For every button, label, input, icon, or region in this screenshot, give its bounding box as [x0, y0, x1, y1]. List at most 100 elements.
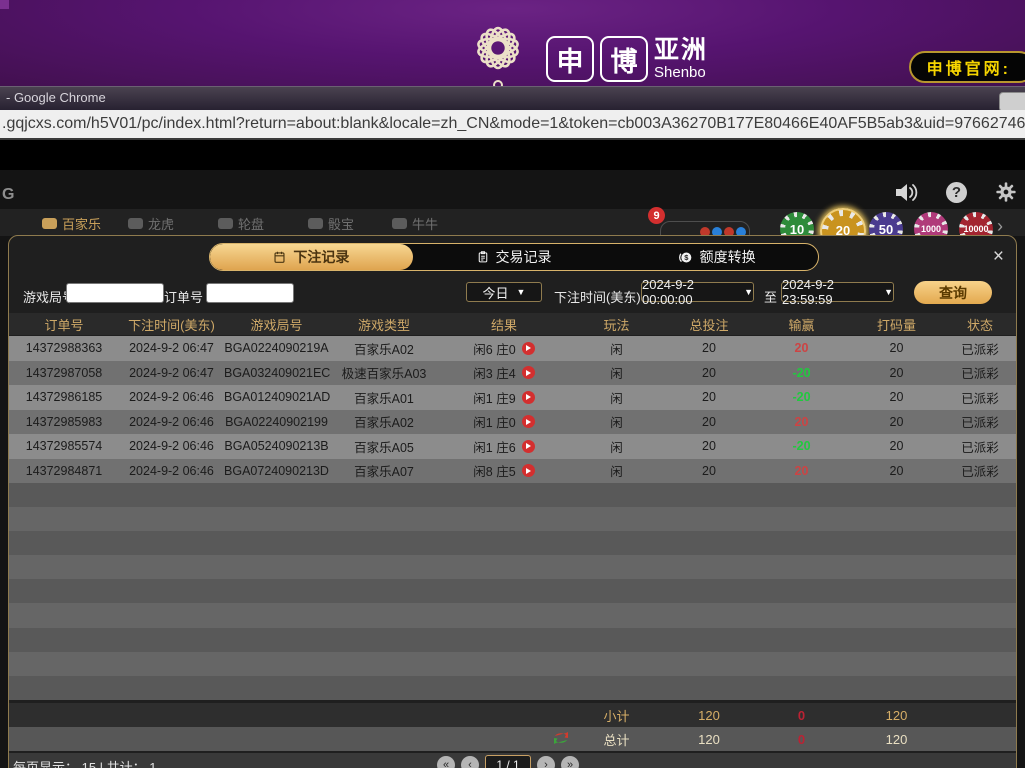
col-header: 游戏局号 — [224, 315, 329, 334]
bet-records-icon — [273, 250, 286, 264]
cell-game: 百家乐A02 — [329, 412, 439, 431]
cell-result: 闲3 庄4 — [439, 363, 569, 382]
notification-badge: 9 — [648, 207, 665, 224]
col-header: 玩法 — [569, 315, 664, 334]
game-nav-item[interactable]: 龙虎 — [128, 214, 174, 233]
to-label: 至 — [764, 287, 777, 306]
next-page-button[interactable]: › — [537, 756, 555, 768]
tab-bet-records[interactable]: 下注记录 — [210, 244, 413, 270]
cell-time: 2024-9-2 06:46 — [119, 439, 224, 453]
prev-page-button[interactable]: ‹ — [461, 756, 479, 768]
result-text: 闲1 庄0 — [473, 412, 515, 431]
close-icon[interactable]: × — [993, 247, 1004, 266]
game-toolbar: ? — [894, 181, 1017, 203]
table-row[interactable]: 14372987058 2024-9-2 06:47 BGA032409021E… — [9, 361, 1016, 386]
official-site-button[interactable]: 申博官网: — [909, 51, 1025, 83]
cell-play: 闲 — [569, 363, 664, 382]
transaction-records-icon — [477, 250, 489, 264]
brand-region: 亚洲 — [654, 38, 708, 63]
game-nav-icon — [392, 218, 407, 229]
game-nav-item[interactable]: 轮盘 — [218, 214, 264, 233]
cell-time: 2024-9-2 06:46 — [119, 464, 224, 478]
game-round-input[interactable] — [66, 283, 164, 303]
game-nav-label: 百家乐 — [62, 214, 101, 233]
table-row[interactable]: 14372988363 2024-9-2 06:47 BGA0224090219… — [9, 336, 1016, 361]
game-nav-item[interactable]: 百家乐 — [42, 214, 101, 233]
table-row[interactable]: 14372985574 2024-9-2 06:46 BGA0524090213… — [9, 434, 1016, 459]
table-row[interactable]: 14372985983 2024-9-2 06:46 BGA0224090219… — [9, 410, 1016, 435]
subtotal-winloss: 0 — [754, 708, 849, 723]
col-header: 结果 — [439, 315, 569, 334]
tab-transaction-records[interactable]: 交易记录 — [413, 244, 616, 270]
cell-round: BGA0524090213B — [224, 439, 329, 453]
col-header: 打码量 — [849, 315, 944, 334]
subtotal-row: 小计 120 0 120 — [9, 703, 1016, 727]
cell-status: 已派彩 — [944, 388, 1016, 407]
url-text: .gqjcxs.com/h5V01/pc/index.html?return=a… — [0, 115, 1025, 133]
help-icon[interactable]: ? — [946, 182, 967, 203]
game-nav-item[interactable]: 牛牛 — [392, 214, 438, 233]
order-number-label: 订单号 — [164, 287, 203, 306]
table-body: 14372988363 2024-9-2 06:47 BGA0224090219… — [9, 336, 1016, 483]
play-icon[interactable] — [522, 415, 535, 428]
cell-turnover: 20 — [849, 341, 944, 355]
divider-strip — [0, 140, 1025, 170]
chrome-titlebar[interactable] — [0, 86, 1025, 111]
tab-label: 交易记录 — [496, 247, 552, 267]
chevron-down-icon: ▼ — [517, 287, 526, 297]
chip-scroll-arrow-icon[interactable]: › — [997, 216, 1003, 237]
result-text: 闲3 庄4 — [473, 363, 515, 382]
page-size-text: 每页显示： 15 | 共计： 1 — [13, 757, 157, 768]
play-icon[interactable] — [522, 366, 535, 379]
last-page-button[interactable]: » — [561, 756, 579, 768]
first-page-button[interactable]: « — [437, 756, 455, 768]
col-header: 输赢 — [754, 315, 849, 334]
play-icon[interactable] — [522, 464, 535, 477]
order-number-input[interactable] — [206, 283, 294, 303]
date-from-select[interactable]: 2024-9-2 00:00:00 ▼ — [641, 282, 754, 302]
window-control-button[interactable] — [999, 92, 1025, 112]
chevron-down-icon: ▼ — [884, 287, 893, 297]
result-text: 闲6 庄0 — [473, 339, 515, 358]
search-button[interactable]: 查询 — [914, 281, 992, 304]
cell-result: 闲8 庄5 — [439, 461, 569, 480]
cell-order: 14372985574 — [9, 439, 119, 453]
result-text: 闲1 庄9 — [473, 388, 515, 407]
table-row[interactable]: 14372986185 2024-9-2 06:46 BGA012409021A… — [9, 385, 1016, 410]
cell-game: 百家乐A01 — [329, 388, 439, 407]
cell-bet: 20 — [664, 415, 754, 429]
cell-round: BGA0724090213D — [224, 464, 329, 478]
subtotal-bet: 120 — [664, 708, 754, 723]
cell-turnover: 20 — [849, 366, 944, 380]
tab-label: 下注记录 — [293, 247, 349, 267]
table-row[interactable]: 14372984871 2024-9-2 06:46 BGA0724090213… — [9, 459, 1016, 484]
brand-char-2: 博 — [611, 40, 638, 79]
bet-time-label: 下注时间(美东) — [554, 287, 641, 306]
play-icon[interactable] — [522, 440, 535, 453]
tab-quota-transfer[interactable]: $ 额度转换 — [615, 244, 818, 270]
cell-time: 2024-9-2 06:46 — [119, 415, 224, 429]
date-range-select[interactable]: 今日 ▼ — [466, 282, 542, 302]
total-row: 总计 120 0 120 — [9, 727, 1016, 751]
gear-icon[interactable] — [995, 181, 1017, 203]
table-header-row: 订单号 下注时间(美东) 游戏局号 游戏类型 结果 玩法 总投注 输赢 打码量 … — [9, 313, 1016, 335]
brand-char-1: 申 — [557, 40, 584, 79]
speaker-icon[interactable] — [894, 182, 918, 203]
play-icon[interactable] — [522, 391, 535, 404]
bet-records-modal: 下注记录 交易记录 $ 额度转换 × 游戏局号 订单号 — [8, 235, 1017, 768]
date-to-select[interactable]: 2024-9-2 23:59:59 ▼ — [781, 282, 894, 302]
cell-game: 百家乐A07 — [329, 461, 439, 480]
pagination: « ‹ 1 / 1 › » — [437, 755, 579, 768]
cell-round: BGA0224090219A — [224, 341, 329, 355]
play-icon[interactable] — [522, 342, 535, 355]
game-nav-item[interactable]: 骰宝 — [308, 214, 354, 233]
total-label: 总计 — [569, 730, 664, 749]
date-from-value: 2024-9-2 00:00:00 — [642, 277, 736, 307]
cell-round: BGA032409021EC — [224, 366, 329, 380]
cell-turnover: 20 — [849, 439, 944, 453]
refresh-icon[interactable] — [553, 731, 569, 745]
brand-subtitle: Shenbo — [654, 65, 708, 80]
cell-play: 闲 — [569, 437, 664, 456]
subtotal-label: 小计 — [569, 706, 664, 725]
url-bar[interactable]: .gqjcxs.com/h5V01/pc/index.html?return=a… — [0, 110, 1025, 140]
